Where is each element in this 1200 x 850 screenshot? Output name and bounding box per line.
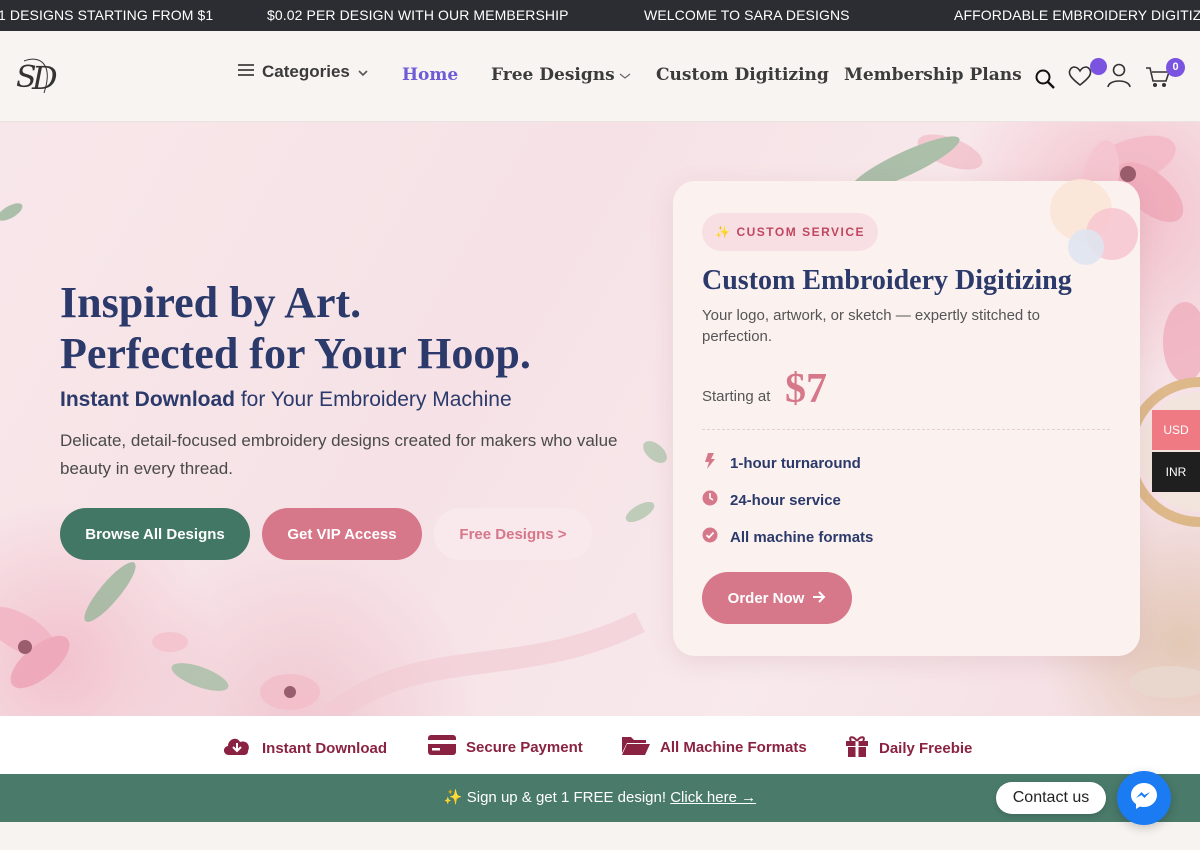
- hero-title-line2: Perfected for Your Hoop.: [60, 329, 531, 378]
- cart-count-badge: 0: [1166, 58, 1185, 77]
- strip-daily-freebie: Daily Freebie: [845, 735, 972, 761]
- feature-label: 1-hour turnaround: [730, 454, 861, 472]
- feature-item: 1-hour turnaround: [702, 453, 861, 473]
- signup-text: ✨ Sign up & get 1 FREE design!: [443, 789, 667, 806]
- hero-subtitle-bold: Instant Download: [60, 388, 235, 411]
- nav-custom-digitizing[interactable]: Custom Digitizing: [656, 65, 829, 85]
- nav-membership-plans[interactable]: Membership Plans: [844, 65, 1022, 85]
- currency-inr[interactable]: INR: [1152, 452, 1200, 492]
- chevron-down-icon: [619, 65, 631, 85]
- hero-subtitle-rest: for Your Embroidery Machine: [235, 388, 512, 411]
- messenger-icon: [1129, 781, 1159, 816]
- arrow-right-icon: [812, 590, 826, 607]
- ticker-item: AFFORDABLE EMBROIDERY DIGITIZING: [954, 7, 1200, 23]
- clock-icon: [702, 490, 718, 510]
- feature-item: All machine formats: [702, 527, 873, 547]
- features-strip: Instant Download Secure Payment All Mach…: [0, 716, 1200, 774]
- search-icon[interactable]: [1034, 68, 1056, 95]
- logo[interactable]: S D: [14, 53, 66, 99]
- ticker-item: 1 DESIGNS STARTING FROM $1: [0, 7, 214, 23]
- custom-service-card: ✨ CUSTOM SERVICE Custom Embroidery Digit…: [673, 179, 1140, 656]
- strip-secure-payment: Secure Payment: [428, 735, 583, 759]
- card-title: Custom Embroidery Digitizing: [702, 265, 1072, 296]
- order-now-label: Order Now: [727, 589, 805, 607]
- hero-title-line1: Inspired by Art.: [60, 278, 362, 327]
- cloud-download-icon: [222, 735, 252, 761]
- feature-label: All machine formats: [730, 528, 874, 546]
- nav-free-designs-label: Free Designs: [491, 65, 615, 85]
- strip-label: All Machine Formats: [660, 738, 807, 756]
- gift-icon: [845, 735, 869, 761]
- hero-section: Inspired by Art. Perfected for Your Hoop…: [0, 122, 1200, 716]
- ticker-item: WELCOME TO SARA DESIGNS: [644, 7, 850, 23]
- credit-card-icon: [428, 735, 456, 759]
- price-label: Starting at: [702, 388, 771, 405]
- menu-icon: [238, 62, 254, 82]
- contact-us-pill[interactable]: Contact us: [996, 782, 1106, 814]
- messenger-chat-button[interactable]: [1117, 771, 1171, 825]
- card-description: Your logo, artwork, or sketch — expertly…: [702, 307, 1040, 345]
- announcement-ticker: 1 DESIGNS STARTING FROM $1 $0.02 PER DES…: [0, 0, 1200, 31]
- hero-title: Inspired by Art. Perfected for Your Hoop…: [60, 277, 531, 379]
- decor-circle: [1068, 229, 1104, 265]
- get-vip-access-button[interactable]: Get VIP Access: [262, 508, 422, 560]
- nav-home[interactable]: Home: [402, 65, 458, 85]
- chevron-down-icon: [358, 62, 368, 82]
- check-circle-icon: [702, 527, 718, 547]
- feature-label: 24-hour service: [730, 491, 841, 509]
- free-designs-button[interactable]: Free Designs >: [434, 508, 592, 560]
- strip-label: Secure Payment: [466, 738, 583, 756]
- categories-menu-button[interactable]: Categories: [238, 62, 368, 82]
- feature-item: 24-hour service: [702, 490, 841, 510]
- user-icon[interactable]: [1106, 62, 1132, 93]
- wishlist-badge: [1090, 58, 1107, 75]
- order-now-button[interactable]: Order Now: [702, 572, 852, 624]
- browse-all-designs-button[interactable]: Browse All Designs: [60, 508, 250, 560]
- custom-service-tag-label: CUSTOM SERVICE: [736, 225, 866, 239]
- site-header: S D Categories Home Free Designs Custom …: [0, 31, 1200, 122]
- ticker-item: $0.02 PER DESIGN WITH OUR MEMBERSHIP: [267, 7, 569, 23]
- hero-subtitle: Instant Download for Your Embroidery Mac…: [60, 388, 512, 412]
- hero-description: Delicate, detail-focused embroidery desi…: [60, 431, 618, 478]
- nav-free-designs[interactable]: Free Designs: [491, 65, 631, 85]
- strip-all-machine-formats: All Machine Formats: [622, 735, 807, 759]
- strip-label: Daily Freebie: [879, 739, 973, 757]
- signup-link[interactable]: Click here →: [670, 789, 756, 806]
- sparkles-icon: ✨: [715, 225, 732, 239]
- folder-open-icon: [622, 735, 650, 759]
- custom-service-tag: ✨ CUSTOM SERVICE: [702, 213, 879, 251]
- strip-label: Instant Download: [262, 739, 387, 757]
- price-value: $7: [785, 366, 827, 412]
- heart-icon[interactable]: [1067, 64, 1093, 93]
- lightning-icon: [702, 453, 718, 473]
- categories-label: Categories: [262, 62, 350, 81]
- currency-usd[interactable]: USD: [1152, 410, 1200, 450]
- strip-instant-download: Instant Download: [222, 735, 387, 761]
- card-divider: [702, 429, 1110, 430]
